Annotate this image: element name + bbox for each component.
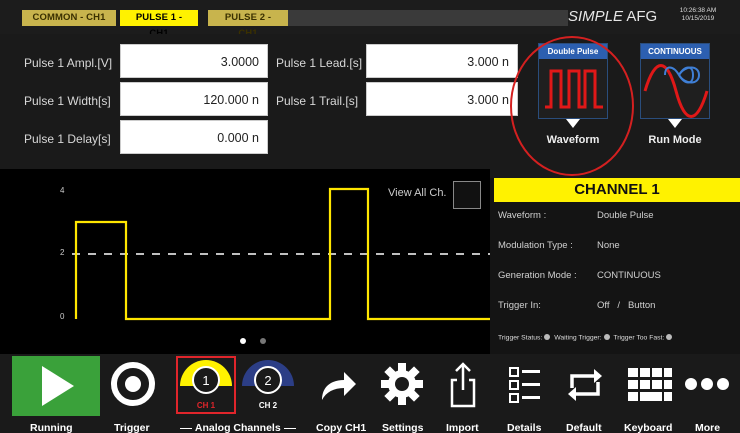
trigger-status-label: Trigger Status: [498, 334, 543, 342]
waiting-trigger-label: Waiting Trigger: [554, 334, 602, 342]
keyboard-label[interactable]: Keyboard [624, 422, 672, 433]
trigger-too-fast-led-icon [666, 334, 673, 340]
view-all-label: View All Ch. [388, 187, 447, 199]
brand-rest: AFG [623, 8, 658, 25]
info-generation-key: Generation Mode : [498, 270, 577, 281]
trail-label: Pulse 1 Trail.[s] [276, 94, 359, 108]
page-indicator-1[interactable] [240, 338, 246, 344]
tab-common-ch1[interactable]: COMMON - CH1 [22, 10, 116, 26]
run-mode-header: CONTINUOUS [641, 44, 709, 59]
delay-field[interactable]: 0.000 n [120, 120, 268, 154]
run-mode-label[interactable]: Run Mode [635, 134, 715, 146]
analog-channels-label: Analog Channels [176, 422, 300, 433]
trigger-too-fast-label: Trigger Too Fast: [613, 334, 665, 342]
waiting-trigger-led-icon [603, 334, 610, 340]
y-tick-2: 2 [60, 248, 65, 257]
channel-title: CHANNEL 1 [494, 178, 740, 202]
channel-info-panel [490, 178, 740, 354]
running-label[interactable]: Running [30, 422, 73, 433]
settings-label[interactable]: Settings [382, 422, 423, 433]
run-mode-chevron-icon [668, 119, 682, 128]
clock: 10:26:38 AM 10/15/2019 [670, 7, 726, 23]
ch1-caption: CH 1 [197, 401, 216, 410]
run-button[interactable] [12, 356, 100, 416]
copy-ch1-label[interactable]: Copy CH1 [316, 422, 366, 433]
ch1-number: 1 [202, 373, 209, 388]
top-bar: COMMON - CH1 PULSE 1 - CH1 PULSE 2 - CH1… [0, 0, 740, 39]
clock-time: 10:26:38 AM [679, 7, 717, 14]
details-label[interactable]: Details [507, 422, 541, 433]
info-generation-value: CONTINUOUS [597, 270, 661, 281]
play-icon [42, 366, 74, 406]
settings-gear-icon[interactable] [380, 362, 424, 406]
info-trigger-in-key: Trigger In: [498, 300, 541, 311]
info-modulation-key: Modulation Type : [498, 240, 573, 251]
app-brand: SIMPLE AFG [568, 8, 657, 25]
keyboard-icon[interactable] [628, 368, 672, 402]
trigger-status-row: Trigger Status: Waiting Trigger: Trigger… [498, 334, 674, 341]
width-label: Pulse 1 Width[s] [24, 94, 111, 108]
default-reset-icon[interactable] [564, 366, 606, 404]
ampl-label: Pulse 1 Ampl.[V] [24, 56, 113, 70]
info-trigger-in-value: Off / Button [597, 300, 656, 311]
sine-infinity-icon [643, 64, 709, 118]
import-upload-icon[interactable] [448, 360, 478, 410]
info-waveform-value: Double Pulse [597, 210, 654, 221]
trigger-status-led-icon [544, 334, 551, 340]
import-label[interactable]: Import [446, 422, 479, 433]
more-dots-icon[interactable] [684, 376, 730, 392]
info-waveform-key: Waveform : [498, 210, 547, 221]
width-field[interactable]: 120.000 n [120, 82, 268, 116]
ch2-caption: CH 2 [259, 401, 278, 410]
ch2-button[interactable]: 2 CH 2 [240, 356, 296, 412]
analog-channels-text: Analog Channels [194, 422, 281, 433]
trail-field[interactable]: 3.000 n [366, 82, 518, 116]
ampl-field[interactable]: 3.0000 [120, 44, 268, 78]
run-mode-button[interactable]: CONTINUOUS [640, 43, 710, 119]
tab-pulse1-ch1[interactable]: PULSE 1 - CH1 [120, 10, 198, 39]
default-label[interactable]: Default [566, 422, 602, 433]
details-list-icon[interactable] [508, 366, 542, 404]
view-all-checkbox[interactable] [453, 181, 481, 209]
ch2-number: 2 [264, 373, 271, 388]
info-modulation-value: None [597, 240, 620, 251]
trigger-label[interactable]: Trigger [114, 422, 150, 433]
delay-label: Pulse 1 Delay[s] [24, 132, 111, 146]
lead-label: Pulse 1 Lead.[s] [276, 56, 363, 70]
waveform-highlight-circle [510, 36, 634, 176]
y-tick-4: 4 [60, 186, 65, 195]
clock-date: 10/15/2019 [681, 15, 715, 22]
y-tick-0: 0 [60, 312, 65, 321]
tab-pulse2-ch1[interactable]: PULSE 2 - CH1 [208, 10, 288, 39]
brand-italic: SIMPLE [568, 8, 624, 25]
lead-field[interactable]: 3.000 n [366, 44, 518, 78]
page-indicator-2[interactable] [260, 338, 266, 344]
copy-arrow-icon[interactable] [318, 364, 358, 404]
trigger-icon[interactable] [108, 358, 158, 410]
more-label[interactable]: More [695, 422, 720, 433]
ch1-button[interactable]: 1 CH 1 [178, 356, 234, 412]
tab-strip-filler [288, 10, 568, 26]
